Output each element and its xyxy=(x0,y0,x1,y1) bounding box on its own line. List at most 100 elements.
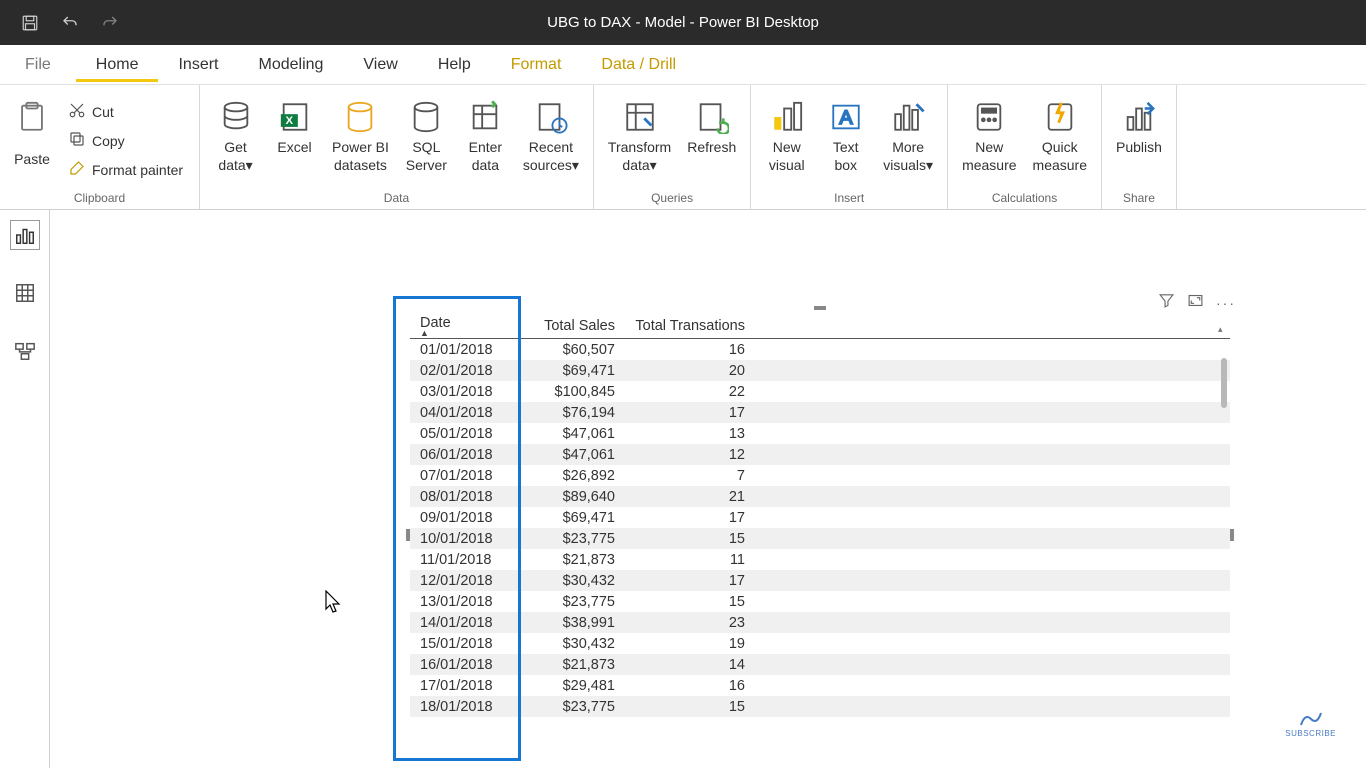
format-painter-button[interactable]: Format painter xyxy=(64,157,187,182)
quick-measure-button[interactable]: Quickmeasure xyxy=(1027,95,1093,178)
table-row[interactable]: 09/01/2018$69,47117 xyxy=(410,507,1230,528)
group-label-calculations: Calculations xyxy=(956,189,1093,209)
quick-measure-label: Quickmeasure xyxy=(1033,139,1087,174)
redo-icon[interactable] xyxy=(100,13,120,33)
more-visuals-button[interactable]: Morevisuals▾ xyxy=(877,95,939,178)
ribbon-group-queries: Transformdata▾ Refresh Queries xyxy=(594,85,751,209)
table-row[interactable]: 04/01/2018$76,19417 xyxy=(410,402,1230,423)
table-row[interactable]: 18/01/2018$23,77515 xyxy=(410,696,1230,717)
new-visual-icon xyxy=(769,99,805,135)
svg-text:X: X xyxy=(285,115,293,127)
table-row[interactable]: 03/01/2018$100,84522 xyxy=(410,381,1230,402)
excel-icon: X xyxy=(277,99,313,135)
table-row[interactable]: 02/01/2018$69,47120 xyxy=(410,360,1230,381)
tab-insert[interactable]: Insert xyxy=(158,48,238,82)
table-row[interactable]: 11/01/2018$21,87311 xyxy=(410,549,1230,570)
table-row[interactable]: 17/01/2018$29,48116 xyxy=(410,675,1230,696)
resize-handle-top[interactable] xyxy=(814,306,826,310)
ribbon-group-share: Publish Share xyxy=(1102,85,1177,209)
ribbon-group-insert: Newvisual A Textbox Morevisuals▾ Insert xyxy=(751,85,948,209)
table-row[interactable]: 07/01/2018$26,8927 xyxy=(410,465,1230,486)
recent-sources-icon xyxy=(533,99,569,135)
copy-button[interactable]: Copy xyxy=(64,128,187,153)
table-row[interactable]: 08/01/2018$89,64021 xyxy=(410,486,1230,507)
refresh-icon xyxy=(694,99,730,135)
table-row[interactable]: 14/01/2018$38,99123 xyxy=(410,612,1230,633)
table-visual[interactable]: Date ▲ Total Sales Total Transations 01/… xyxy=(410,310,1230,760)
text-box-label: Textbox xyxy=(833,139,859,174)
table-row[interactable]: 15/01/2018$30,43219 xyxy=(410,633,1230,654)
recent-sources-label: Recentsources▾ xyxy=(523,139,579,174)
workspace: ··· Date ▲ Total Sales Total Transations xyxy=(0,210,1366,768)
col-header-date[interactable]: Date ▲ xyxy=(410,310,525,339)
ribbon-group-data: Getdata▾ X Excel Power BIdatasets SQLSer… xyxy=(200,85,594,209)
group-label-share: Share xyxy=(1110,189,1168,209)
tab-help[interactable]: Help xyxy=(418,48,491,82)
transform-data-icon xyxy=(622,99,658,135)
cut-label: Cut xyxy=(92,104,114,120)
more-visuals-label: Morevisuals▾ xyxy=(883,139,933,174)
scroll-thumb[interactable] xyxy=(1221,358,1227,408)
data-table: Date ▲ Total Sales Total Transations 01/… xyxy=(410,310,1230,717)
table-row[interactable]: 06/01/2018$47,06112 xyxy=(410,444,1230,465)
more-options-icon[interactable]: ··· xyxy=(1216,295,1236,311)
tab-data-drill[interactable]: Data / Drill xyxy=(581,48,696,82)
transform-data-button[interactable]: Transformdata▾ xyxy=(602,95,677,178)
table-row[interactable]: 01/01/2018$60,50716 xyxy=(410,339,1230,361)
tab-home[interactable]: Home xyxy=(76,48,159,82)
powerbi-datasets-button[interactable]: Power BIdatasets xyxy=(326,95,395,178)
recent-sources-button[interactable]: Recentsources▾ xyxy=(517,95,585,178)
sort-asc-icon: ▲ xyxy=(420,331,515,336)
group-label-queries: Queries xyxy=(602,189,742,209)
text-box-button[interactable]: A Textbox xyxy=(818,95,873,178)
col-header-trans[interactable]: Total Transations xyxy=(625,310,755,339)
cut-icon xyxy=(68,101,86,122)
window-title: UBG to DAX - Model - Power BI Desktop xyxy=(547,14,819,31)
nav-report-view[interactable] xyxy=(10,220,40,250)
nav-model-view[interactable] xyxy=(10,336,40,366)
tab-view[interactable]: View xyxy=(343,48,417,82)
enter-data-label: Enterdata xyxy=(469,139,502,174)
scroll-up-icon[interactable]: ▴ xyxy=(1218,324,1228,334)
resize-handle-right[interactable] xyxy=(1230,529,1234,541)
table-scrollbar[interactable]: ▴ xyxy=(1218,324,1228,760)
col-header-sales[interactable]: Total Sales xyxy=(525,310,625,339)
excel-button[interactable]: X Excel xyxy=(267,95,322,161)
publish-label: Publish xyxy=(1116,139,1162,157)
tab-file[interactable]: File xyxy=(15,48,76,82)
save-icon[interactable] xyxy=(20,13,40,33)
ribbon-group-calculations: Newmeasure Quickmeasure Calculations xyxy=(948,85,1102,209)
resize-handle-left[interactable] xyxy=(406,529,410,541)
ribbon: Paste Cut Copy Format painter Clipboard xyxy=(0,85,1366,210)
text-box-icon: A xyxy=(828,99,864,135)
left-nav xyxy=(0,210,50,768)
refresh-label: Refresh xyxy=(687,139,736,157)
undo-icon[interactable] xyxy=(60,13,80,33)
table-row[interactable]: 05/01/2018$47,06113 xyxy=(410,423,1230,444)
enter-data-icon xyxy=(467,99,503,135)
refresh-button[interactable]: Refresh xyxy=(681,95,742,161)
enter-data-button[interactable]: Enterdata xyxy=(458,95,513,178)
table-row[interactable]: 12/01/2018$30,43217 xyxy=(410,570,1230,591)
quick-measure-icon xyxy=(1042,99,1078,135)
nav-data-view[interactable] xyxy=(10,278,40,308)
publish-icon xyxy=(1121,99,1157,135)
report-canvas[interactable]: ··· Date ▲ Total Sales Total Transations xyxy=(50,210,1366,768)
table-row[interactable]: 10/01/2018$23,77515 xyxy=(410,528,1230,549)
table-row[interactable]: 13/01/2018$23,77515 xyxy=(410,591,1230,612)
cut-button[interactable]: Cut xyxy=(64,99,187,124)
paste-button[interactable]: Paste xyxy=(8,95,56,173)
svg-text:A: A xyxy=(839,107,853,129)
publish-button[interactable]: Publish xyxy=(1110,95,1168,161)
tab-modeling[interactable]: Modeling xyxy=(238,48,343,82)
get-data-icon xyxy=(218,99,254,135)
table-row[interactable]: 16/01/2018$21,87314 xyxy=(410,654,1230,675)
ribbon-group-clipboard: Paste Cut Copy Format painter Clipboard xyxy=(0,85,200,209)
mouse-cursor-icon xyxy=(325,590,343,619)
new-visual-button[interactable]: Newvisual xyxy=(759,95,814,178)
new-measure-button[interactable]: Newmeasure xyxy=(956,95,1022,178)
tab-format[interactable]: Format xyxy=(491,48,582,82)
sql-server-button[interactable]: SQLServer xyxy=(399,95,454,178)
get-data-button[interactable]: Getdata▾ xyxy=(208,95,263,178)
new-measure-label: Newmeasure xyxy=(962,139,1016,174)
